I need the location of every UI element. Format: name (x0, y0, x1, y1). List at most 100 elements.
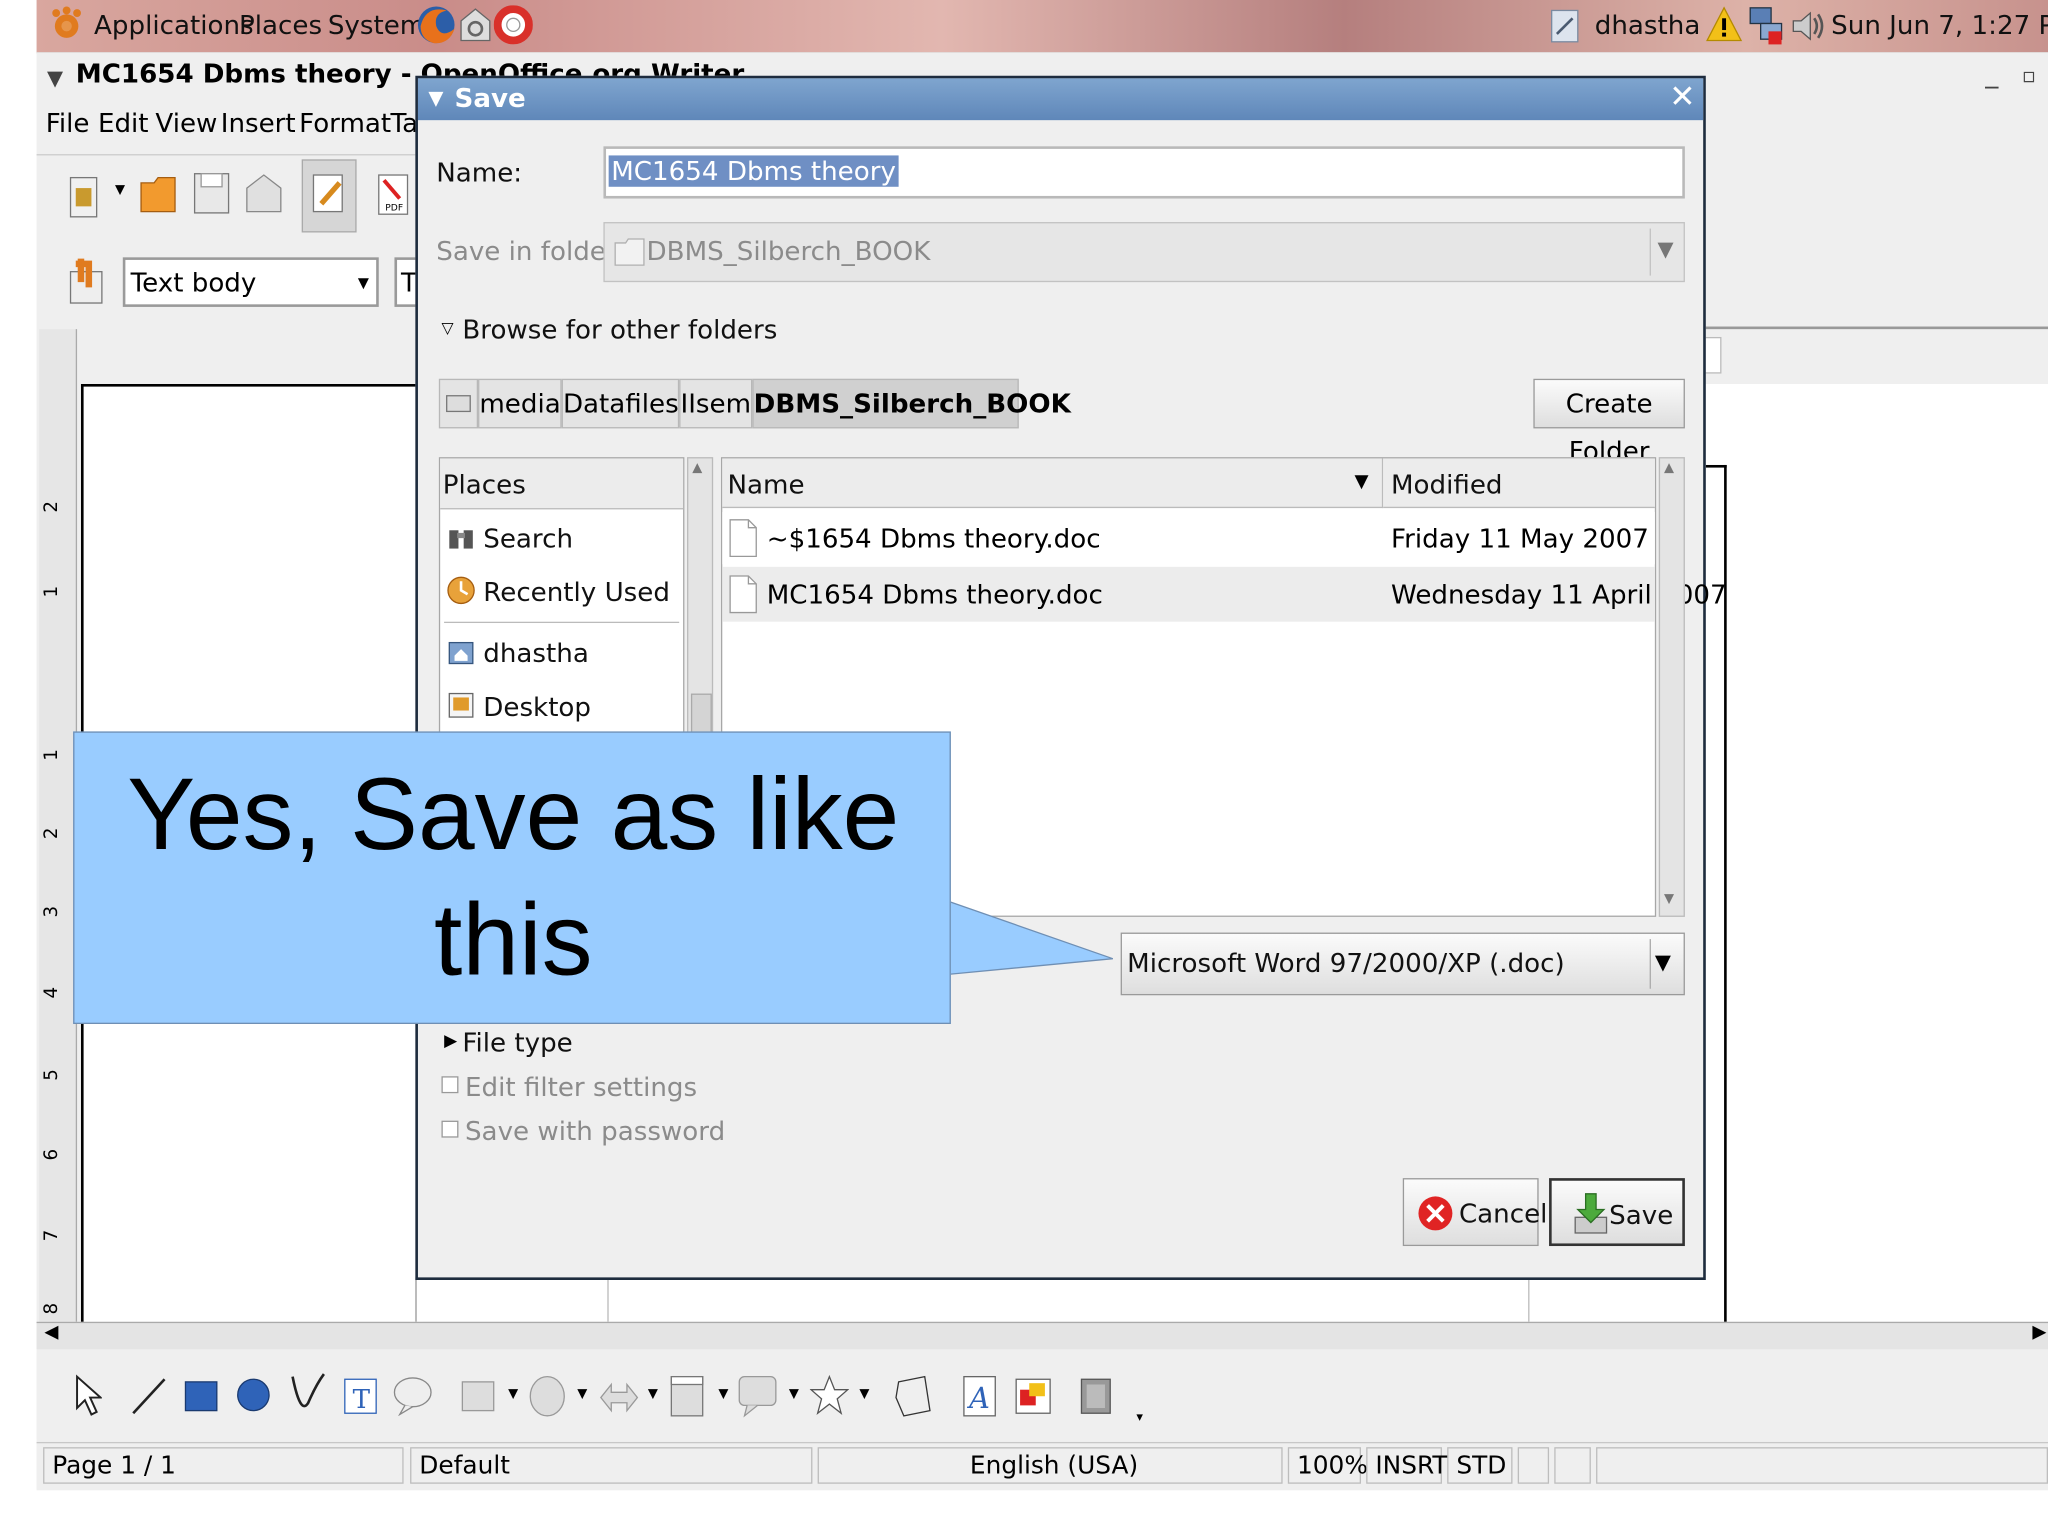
menu-edit[interactable]: Edit (98, 107, 149, 138)
callout-shapes-icon[interactable] (737, 1374, 779, 1418)
file-list-scrollbar[interactable]: ▲ ▼ (1658, 457, 1685, 917)
basic-shapes-icon[interactable] (460, 1379, 497, 1413)
freeform-tool-icon[interactable] (290, 1371, 329, 1418)
gnome-foot-icon[interactable] (47, 5, 86, 44)
panel-username[interactable]: dhastha (1595, 9, 1701, 40)
menu-view[interactable]: View (155, 107, 217, 138)
mail-icon[interactable] (457, 5, 494, 44)
status-signature[interactable] (1554, 1447, 1591, 1484)
fontwork-icon[interactable]: A (961, 1374, 998, 1418)
status-modified[interactable] (1517, 1447, 1550, 1484)
save-password-checkbox[interactable] (441, 1120, 459, 1138)
places-item-search[interactable]: Search (483, 522, 573, 553)
flowchart-icon[interactable] (669, 1374, 706, 1418)
table-row[interactable]: ~$1654 Dbms theory.doc Friday 11 May 200… (722, 511, 1655, 565)
dropdown-arrow-icon[interactable]: ▼ (577, 1387, 587, 1401)
scroll-down-icon[interactable]: ▼ (1664, 892, 1674, 906)
export-pdf-icon[interactable]: PDF (374, 170, 413, 220)
path-root-button[interactable] (438, 378, 479, 429)
menu-table[interactable]: Ta (391, 107, 419, 138)
help-lifebuoy-icon[interactable] (493, 5, 533, 45)
chevron-down-icon[interactable]: ▼ (1655, 950, 1671, 975)
document-page-right[interactable] (1703, 383, 2048, 1325)
stars-icon[interactable] (809, 1374, 849, 1416)
minimize-icon[interactable]: _ (1985, 57, 1998, 88)
places-item-desktop[interactable]: Desktop (483, 691, 591, 722)
network-icon[interactable] (1748, 5, 1787, 47)
save-floppy-icon[interactable] (191, 170, 233, 217)
status-page[interactable]: Page 1 / 1 (43, 1447, 404, 1484)
scroll-left-icon[interactable]: ◀ (44, 1322, 58, 1343)
save-in-folder-select[interactable]: DBMS_Silberch_BOOK ▼ (603, 222, 1685, 283)
rectangle-tool-icon[interactable] (183, 1379, 220, 1413)
panel-menu-system[interactable]: System (328, 9, 425, 40)
scroll-up-icon[interactable]: ▲ (1664, 461, 1674, 475)
menu-file[interactable]: File (46, 107, 90, 138)
expander-closed-icon[interactable]: ▶ (444, 1032, 457, 1052)
menu-format[interactable]: Format (299, 107, 391, 138)
status-selection-mode[interactable]: STD (1447, 1447, 1513, 1484)
dropdown-arrow-icon[interactable]: ▼ (859, 1387, 869, 1401)
close-icon[interactable]: ✕ (1669, 78, 1695, 115)
block-arrows-icon[interactable] (598, 1379, 640, 1416)
firefox-icon[interactable] (415, 3, 457, 47)
cancel-button[interactable]: Cancel (1402, 1178, 1547, 1247)
styles-formatting-icon[interactable] (65, 256, 107, 308)
dropdown-arrow-icon[interactable]: ▼ (718, 1387, 728, 1401)
ellipse-tool-icon[interactable] (235, 1377, 272, 1414)
email-document-icon[interactable] (243, 170, 285, 217)
line-tool-icon[interactable] (131, 1377, 168, 1416)
horizontal-scrollbar[interactable] (36, 1321, 2048, 1350)
path-button-dbms-silberch-book[interactable]: DBMS_Silberch_BOOK (752, 378, 1071, 429)
dialog-titlebar[interactable]: ▼ Save ✕ (417, 78, 1704, 121)
dropdown-arrow-icon[interactable]: ▼ (508, 1387, 518, 1401)
expander-open-icon[interactable]: ▽ (441, 319, 453, 337)
create-folder-button[interactable]: Create Folder (1533, 378, 1685, 466)
status-language[interactable]: English (USA) (817, 1447, 1283, 1484)
table-row[interactable]: MC1654 Dbms theory.doc Wednesday 11 Apri… (722, 566, 1727, 622)
dropdown-arrow-icon[interactable]: ▼ (648, 1387, 658, 1401)
new-dropdown-arrow-icon[interactable]: ▼ (115, 183, 125, 197)
places-item-recently-used[interactable]: Recently Used (483, 576, 670, 607)
status-page-style[interactable]: Default (410, 1447, 813, 1484)
select-pointer-icon[interactable] (73, 1374, 102, 1418)
dropdown-arrow-icon[interactable]: ▼ (789, 1387, 799, 1401)
column-header-name[interactable]: Name ▼ (722, 458, 1384, 509)
status-insert-mode[interactable]: INSRT (1366, 1447, 1448, 1484)
dialog-menu-arrow-icon[interactable]: ▼ (428, 86, 443, 110)
text-tool-icon[interactable]: T (342, 1377, 379, 1416)
column-header-modified[interactable]: Modified (1383, 458, 1655, 509)
menu-insert[interactable]: Insert (221, 107, 296, 138)
scroll-right-icon[interactable]: ▶ (2032, 1322, 2046, 1343)
open-folder-icon[interactable] (138, 170, 180, 217)
warning-icon[interactable] (1706, 5, 1743, 44)
insert-image-icon[interactable] (1014, 1377, 1053, 1416)
panel-menu-applications[interactable]: Applications (94, 9, 254, 40)
callout-tool-icon[interactable] (392, 1374, 434, 1416)
window-menu-arrow-icon[interactable]: ▼ (47, 65, 63, 90)
browse-folders-toggle[interactable]: Browse for other folders (462, 313, 777, 344)
volume-icon[interactable] (1789, 7, 1828, 46)
path-button-iisem[interactable]: IIsem (679, 378, 753, 429)
maximize-icon[interactable]: ▫ (2022, 63, 2036, 88)
extrusion-icon[interactable] (1076, 1374, 1115, 1418)
path-button-datafiles[interactable]: Datafiles (561, 378, 680, 429)
toolbar-overflow-icon[interactable]: ▾ (1136, 1411, 1143, 1425)
user-switch-icon[interactable] (1549, 8, 1580, 45)
save-button[interactable]: Save (1549, 1178, 1685, 1247)
status-zoom[interactable]: 100% (1287, 1447, 1368, 1484)
symbol-shapes-icon[interactable] (528, 1374, 567, 1418)
file-format-select[interactable]: Microsoft Word 97/2000/XP (.doc) ▼ (1120, 932, 1685, 996)
filename-input[interactable]: MC1654 Dbms theory (603, 146, 1685, 199)
panel-menu-places[interactable]: Places (239, 9, 322, 40)
paragraph-style-dropdown-icon[interactable]: ▼ (358, 274, 369, 291)
places-item-dhastha[interactable]: dhastha (483, 637, 589, 668)
panel-clock[interactable]: Sun Jun 7, 1:27 PM (1831, 9, 2048, 40)
places-scrollbar[interactable]: ▲ (687, 457, 714, 737)
chevron-down-icon[interactable]: ▼ (1657, 236, 1673, 261)
edit-filter-checkbox[interactable] (441, 1076, 459, 1094)
places-header[interactable]: Places (440, 458, 684, 510)
scroll-thumb[interactable] (690, 693, 712, 736)
points-edit-icon[interactable] (893, 1374, 932, 1418)
new-document-icon[interactable] (65, 170, 104, 222)
